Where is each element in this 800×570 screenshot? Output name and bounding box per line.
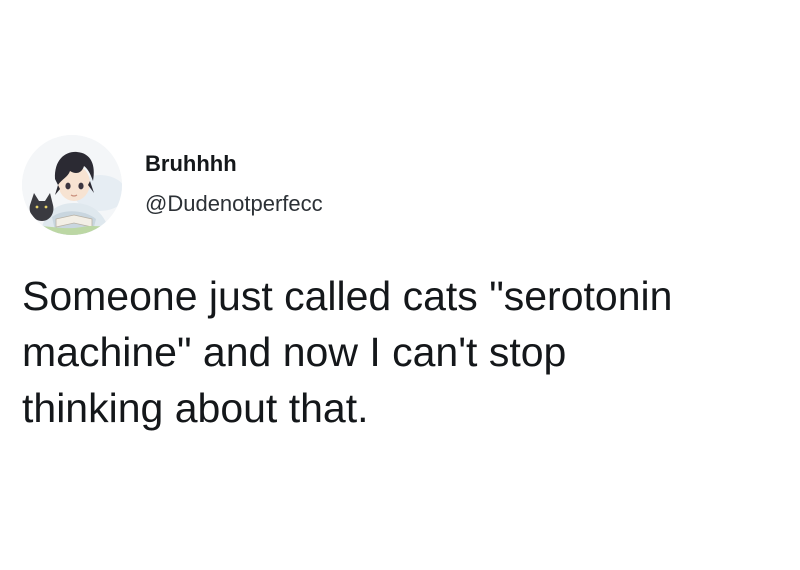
tweet-card: Bruhhhh @Dudenotperfecc Someone just cal… xyxy=(0,0,800,570)
anime-avatar-illustration xyxy=(22,135,122,235)
tweet-header: Bruhhhh @Dudenotperfecc xyxy=(22,135,323,235)
tweet-text: Someone just called cats "serotonin mach… xyxy=(22,273,673,431)
avatar-icon[interactable] xyxy=(22,135,122,235)
user-names: Bruhhhh @Dudenotperfecc xyxy=(145,151,323,217)
user-handle[interactable]: @Dudenotperfecc xyxy=(145,191,323,217)
display-name[interactable]: Bruhhhh xyxy=(145,151,323,177)
